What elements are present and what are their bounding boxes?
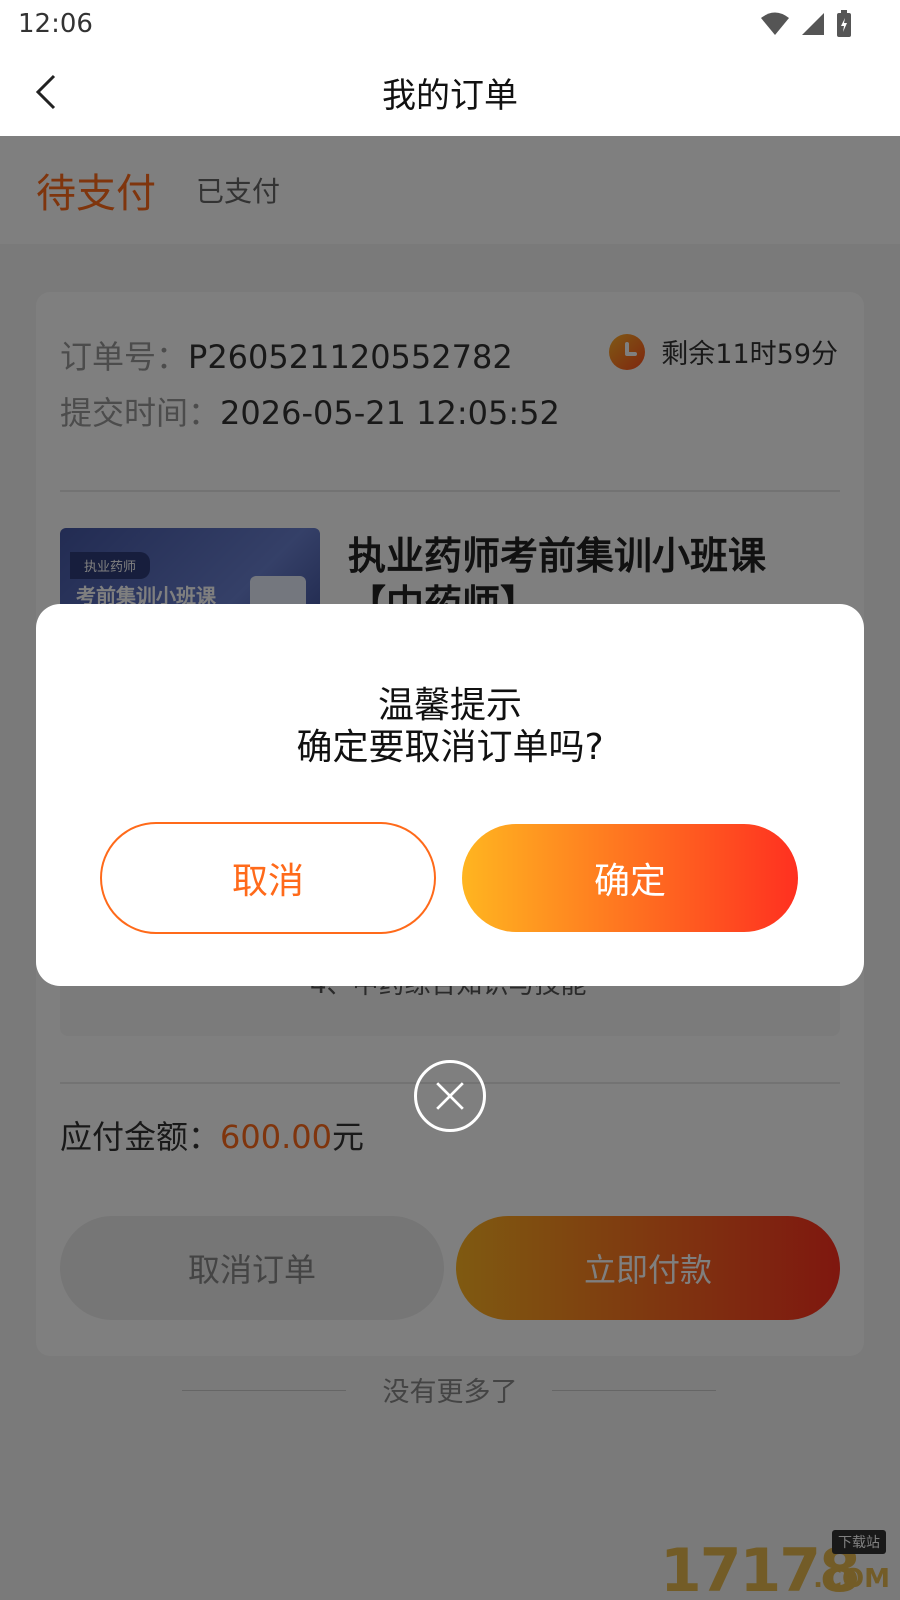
dialog-confirm-button[interactable]: 确定 bbox=[462, 824, 798, 932]
app-header: 我的订单 bbox=[0, 48, 900, 136]
signal-icon bbox=[802, 13, 824, 35]
status-bar: 12:06 bbox=[0, 0, 900, 48]
wifi-icon bbox=[761, 12, 789, 35]
status-time: 12:06 bbox=[18, 9, 93, 39]
dialog-cancel-button[interactable]: 取消 bbox=[100, 822, 436, 934]
battery-icon bbox=[837, 10, 851, 37]
back-arrow-icon[interactable] bbox=[28, 72, 68, 112]
confirm-dialog: 温馨提示 确定要取消订单吗? 取消 确定 bbox=[36, 604, 864, 986]
close-icon[interactable] bbox=[414, 1060, 486, 1132]
dialog-message: 确定要取消订单吗? bbox=[296, 727, 604, 768]
page-title: 我的订单 bbox=[382, 75, 518, 116]
status-icons bbox=[760, 10, 852, 38]
